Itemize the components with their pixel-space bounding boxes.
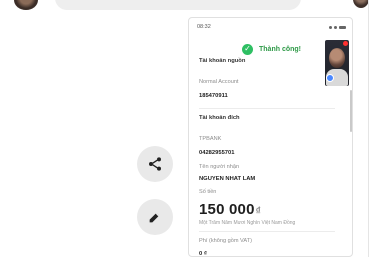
source-account-label: Normal Account xyxy=(199,79,239,85)
battery-icon xyxy=(339,25,346,29)
signal-icon xyxy=(329,25,332,29)
destination-account-heading: Tài khoản đích xyxy=(199,115,240,121)
amount-value: 150 000₫ xyxy=(199,201,261,218)
destination-account-number: 04282955701 xyxy=(199,150,235,156)
person-image xyxy=(329,48,345,68)
bank-name: TPBANK xyxy=(199,136,222,142)
pencil-icon xyxy=(149,213,159,223)
recipient-name: NGUYEN NHAT LAM xyxy=(199,176,256,182)
check-circle-icon: ✓ xyxy=(242,43,253,55)
source-account-number: 185470911 xyxy=(199,93,228,99)
small-avatar-icon xyxy=(326,74,334,82)
success-message: ✓ Thành công! xyxy=(242,42,322,56)
phone-status-bar: 08:32 xyxy=(189,18,352,36)
share-button[interactable] xyxy=(137,146,173,182)
source-account-heading: Tài khoản nguồn xyxy=(199,58,246,64)
edit-button[interactable] xyxy=(137,199,173,235)
amount-label: Số tiền xyxy=(199,189,217,195)
shared-transaction-screenshot[interactable]: 08:32 ✓ Thành công! Tài khoản nguồn Norm… xyxy=(188,17,353,257)
chat-message-bubble xyxy=(55,0,301,10)
section-divider xyxy=(199,231,335,232)
success-text: Thành công! xyxy=(259,45,301,53)
right-panel-edge xyxy=(368,0,374,257)
fee-value: 0 ₫ xyxy=(199,251,207,257)
status-time: 08:32 xyxy=(197,24,211,30)
screenshot-scrollbar[interactable] xyxy=(350,90,352,132)
currency-symbol: ₫ xyxy=(255,206,261,217)
chat-avatar-left xyxy=(14,0,38,10)
fee-label: Phí (không gồm VAT) xyxy=(199,238,252,244)
section-divider xyxy=(199,108,335,109)
call-indicator-icon xyxy=(343,41,348,46)
status-icons xyxy=(329,25,346,29)
amount-in-words: Một Trăm Năm Mươi Nghìn Việt Nam Đồng xyxy=(199,220,296,226)
recipient-label: Tên người nhận xyxy=(199,164,240,170)
share-icon xyxy=(149,157,161,171)
chat-avatar-right xyxy=(353,0,369,8)
wifi-icon xyxy=(334,25,337,29)
